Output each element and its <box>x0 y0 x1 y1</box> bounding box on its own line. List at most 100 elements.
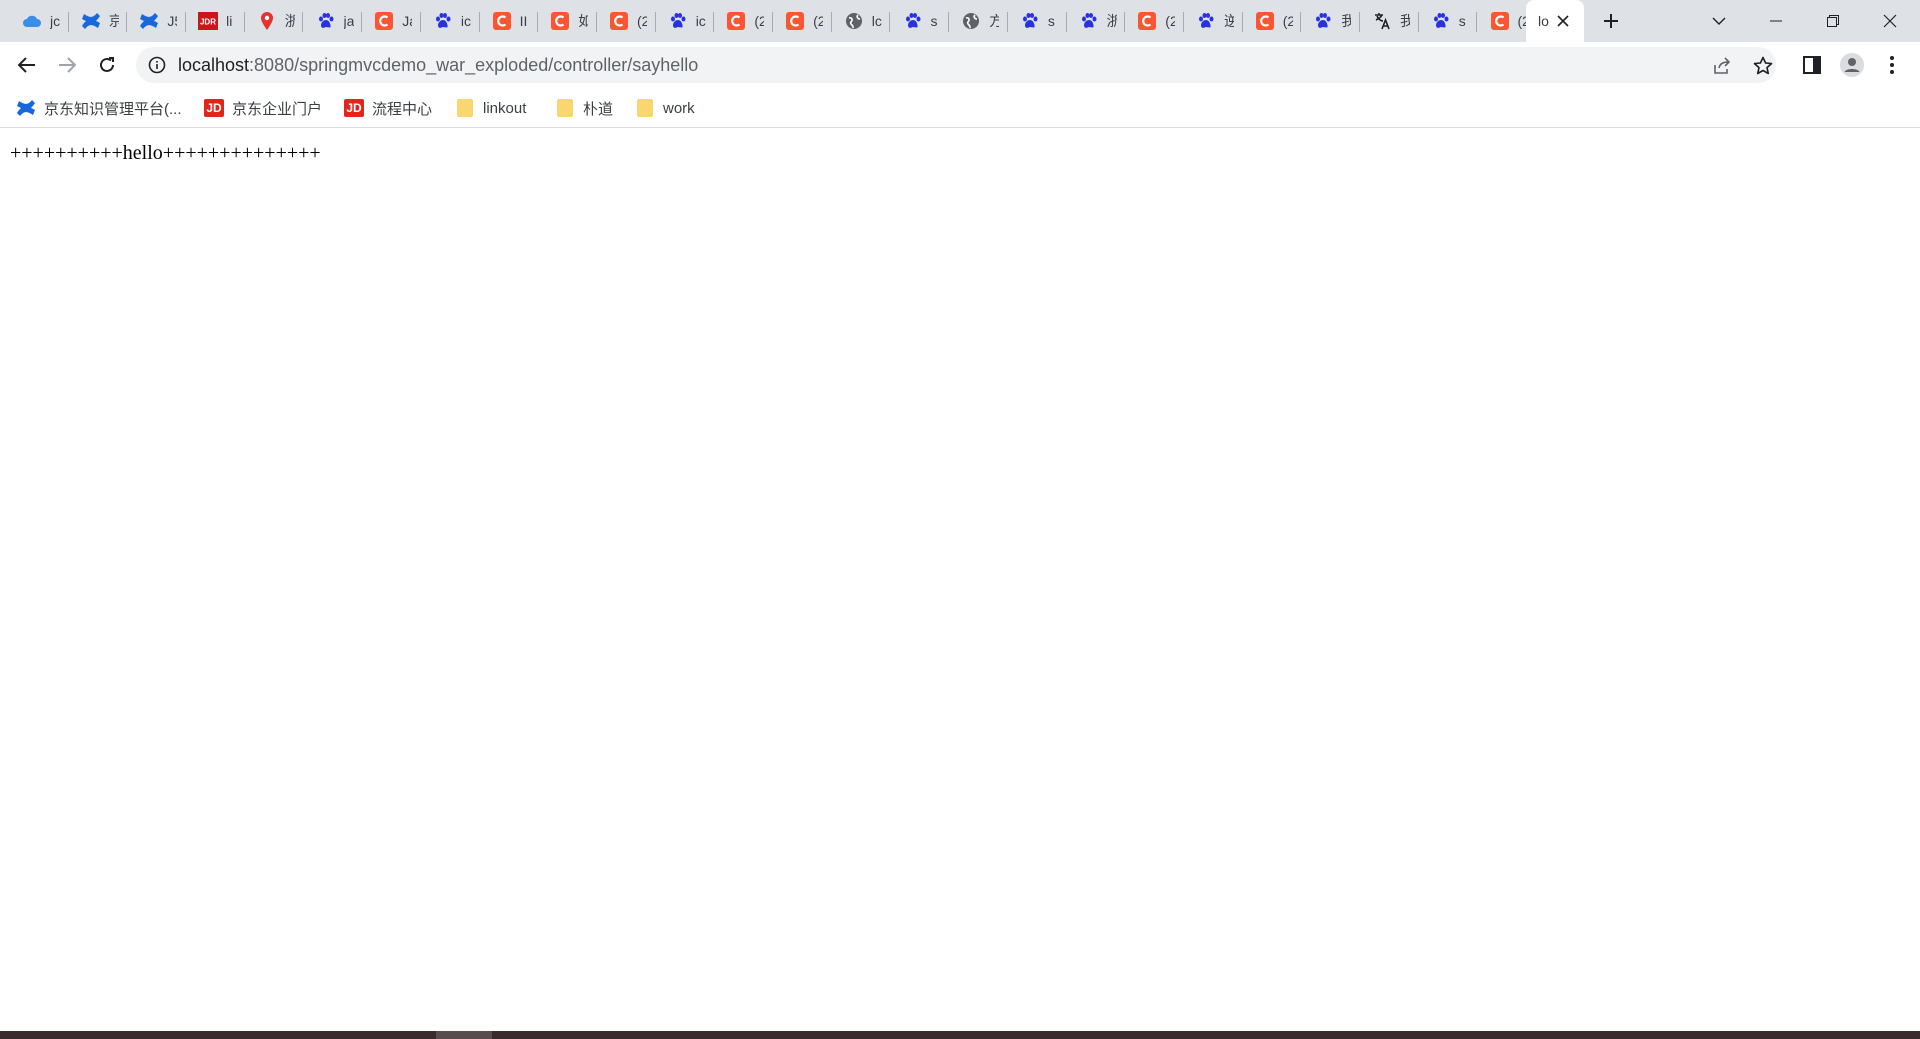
tab[interactable]: ic <box>656 0 715 42</box>
csdn-icon <box>1137 11 1157 31</box>
tab-title: (2 <box>637 13 647 29</box>
bookmarks-bar: 京东知识管理平台(... JD 京东企业门户 JD 流程中心 linkout 朴… <box>0 88 1920 128</box>
tab-title: 京 <box>108 13 119 29</box>
csdn-icon <box>374 11 394 31</box>
tab-title: lo <box>1538 13 1549 29</box>
csdn-icon <box>492 11 512 31</box>
folder-icon <box>635 98 655 118</box>
tab-title: 如 <box>578 13 589 29</box>
tab[interactable]: 浙 <box>245 0 304 42</box>
tab-active[interactable]: lo <box>1526 0 1584 42</box>
bookmark-folder-pudao[interactable]: 朴道 <box>555 96 613 120</box>
url-text[interactable]: localhost:8080/springmvcdemo_war_explode… <box>178 56 698 74</box>
tab-title: s <box>1047 13 1055 29</box>
tab[interactable]: 方 <box>949 0 1008 42</box>
minimize-button[interactable] <box>1748 0 1804 42</box>
url-host: localhost <box>178 55 250 75</box>
bookmark-label: 流程中心 <box>372 100 433 118</box>
side-panel-icon[interactable] <box>1796 49 1828 81</box>
bookmark-label: 京东企业门户 <box>232 100 323 118</box>
restore-button[interactable] <box>1805 0 1861 42</box>
baidu-paw-icon <box>433 11 453 31</box>
tab[interactable]: 京 <box>69 0 128 42</box>
close-icon[interactable] <box>1554 12 1572 30</box>
share-icon[interactable] <box>1712 55 1734 77</box>
tab-title: lc <box>871 13 882 29</box>
tab[interactable]: lc <box>832 0 891 42</box>
tab[interactable]: 如 <box>538 0 597 42</box>
globe-icon <box>961 11 981 31</box>
tab[interactable]: (2 <box>1125 0 1184 42</box>
tab[interactable]: II <box>480 0 539 42</box>
jd-icon: JD <box>204 98 224 118</box>
url-path: :8080/springmvcdemo_war_exploded/control… <box>249 55 699 75</box>
baidu-paw-icon <box>316 11 336 31</box>
tab[interactable]: ic <box>421 0 480 42</box>
bookmark-folder-linkout[interactable]: linkout <box>455 96 526 120</box>
forward-button[interactable] <box>51 49 83 81</box>
tab-title: s <box>1458 13 1466 29</box>
tab-title: ic <box>695 13 706 29</box>
tab[interactable]: 我 <box>1301 0 1361 42</box>
tab-title: li <box>226 13 233 29</box>
baidu-paw-icon <box>1020 11 1040 31</box>
tab[interactable]: JDR li <box>186 0 245 42</box>
globe-icon <box>844 11 864 31</box>
tab[interactable]: Ja <box>362 0 421 42</box>
tab[interactable]: J5 <box>127 0 187 42</box>
tab[interactable]: s <box>1008 0 1067 42</box>
tab[interactable]: ja <box>304 0 363 42</box>
cloud-icon <box>22 11 42 31</box>
baidu-paw-icon <box>1079 11 1099 31</box>
tab-title: 浙 <box>284 13 295 29</box>
bookmark-confluence[interactable]: 京东知识管理平台(... <box>16 96 182 120</box>
tab-title: ja <box>343 13 354 29</box>
new-tab-button[interactable] <box>1597 7 1625 35</box>
folder-icon <box>455 98 475 118</box>
baidu-paw-icon <box>1196 11 1216 31</box>
bookmark-folder-work[interactable]: work <box>635 96 695 120</box>
csdn-icon <box>726 11 746 31</box>
address-bar[interactable]: localhost:8080/springmvcdemo_war_explode… <box>136 47 1776 83</box>
translate-icon <box>1372 11 1392 31</box>
tab[interactable]: 我 <box>1360 0 1419 42</box>
tab-strip: jc 京 J5 JDR li 浙 ja Ja ic II 如 (2 ic (2 (2 lc s 方 s 浙 (2 逆 (2 我… <box>0 0 1920 42</box>
tab[interactable]: 浙 <box>1067 0 1126 42</box>
baidu-paw-icon <box>1431 11 1451 31</box>
tab-title: II <box>519 13 528 29</box>
more-menu-icon[interactable] <box>1876 49 1908 81</box>
csdn-icon <box>550 11 570 31</box>
tab-title: Ja <box>402 13 412 29</box>
page-body-text: ++++++++++hello++++++++++++++ <box>10 142 321 164</box>
tab-search-chevron-icon[interactable] <box>1691 0 1747 42</box>
bookmark-label: 京东知识管理平台(... <box>44 100 182 118</box>
tab[interactable]: (2 <box>773 0 832 42</box>
reload-button[interactable] <box>91 49 123 81</box>
tab-title: J5 <box>167 13 177 29</box>
tab-title: 浙 <box>1106 13 1117 29</box>
tab[interactable]: (2 <box>597 0 656 42</box>
tab[interactable]: 逆 <box>1184 0 1243 42</box>
info-icon[interactable] <box>148 56 166 74</box>
bookmark-star-icon[interactable] <box>1752 55 1774 77</box>
window-close-button[interactable] <box>1862 0 1918 42</box>
tab-title: ic <box>460 13 471 29</box>
tab[interactable]: s <box>1419 0 1478 42</box>
tab-title: jc <box>50 13 60 29</box>
bookmark-process-center[interactable]: JD 流程中心 <box>344 96 432 120</box>
baidu-paw-icon <box>1313 11 1333 31</box>
tab-title: (2 <box>813 13 824 29</box>
taskbar-active-app[interactable] <box>436 1031 492 1039</box>
os-taskbar <box>0 1031 1920 1039</box>
bookmark-label: work <box>663 99 695 117</box>
profile-avatar-icon[interactable] <box>1836 49 1868 81</box>
tab[interactable]: (2 <box>714 0 774 42</box>
tab[interactable]: jc <box>10 0 69 42</box>
back-button[interactable] <box>11 49 43 81</box>
tab-title: 我 <box>1400 13 1411 29</box>
csdn-icon <box>1255 11 1275 31</box>
bookmark-label: linkout <box>483 99 527 117</box>
tab[interactable]: (2 <box>1243 0 1302 42</box>
bookmark-jd-portal[interactable]: JD 京东企业门户 <box>204 96 322 120</box>
tab[interactable]: s <box>891 0 950 42</box>
